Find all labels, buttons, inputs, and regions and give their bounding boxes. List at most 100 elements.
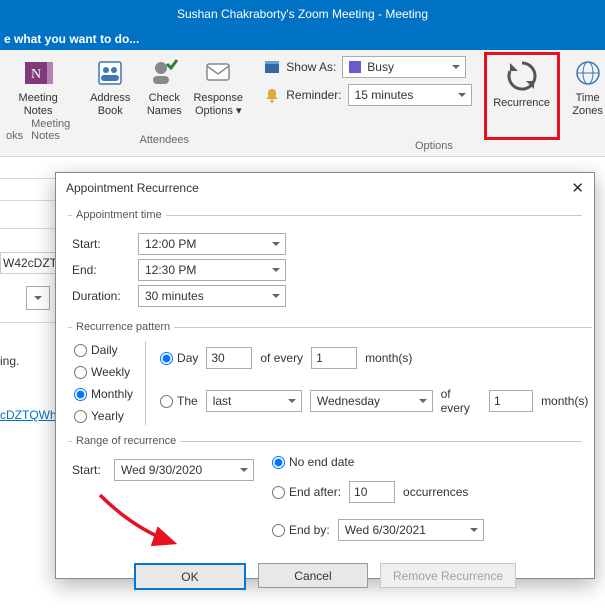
label: Yearly (91, 409, 124, 423)
appointment-time-group: Appointment time Start: 12:00 PM End: 12… (68, 209, 582, 315)
group-label: oks (6, 130, 23, 142)
label: occurrences (403, 485, 468, 499)
group-options: Show As: Busy Reminder: 15 minutes Recur (252, 54, 605, 150)
cancel-button[interactable]: Cancel (258, 563, 368, 588)
recurrence-button[interactable]: Recurrence (484, 52, 560, 140)
end-after-radio[interactable]: End after: (272, 485, 341, 499)
value: Wednesday (317, 394, 380, 408)
partial-ing-text: ing. (0, 354, 19, 368)
end-after-count-input[interactable]: 10 (349, 481, 395, 503)
label: Check (149, 92, 180, 104)
onenote-icon: N (21, 56, 55, 90)
label: Names (147, 105, 182, 117)
weekday-select[interactable]: Wednesday (310, 390, 433, 412)
end-time-select[interactable]: 12:30 PM (138, 259, 286, 281)
legend: Recurrence pattern (72, 321, 174, 333)
response-options-icon (203, 56, 233, 90)
start-label: Start: (72, 237, 130, 251)
remove-recurrence-button: Remove Recurrence (380, 563, 516, 588)
value: Wed 6/30/2021 (345, 523, 426, 537)
every-months-input-2[interactable]: 1 (489, 390, 533, 412)
duration-select[interactable]: 30 minutes (138, 285, 286, 307)
label: Monthly (91, 387, 133, 401)
label: Meeting (19, 92, 58, 104)
value: 12:30 PM (145, 263, 196, 277)
partial-id-text: W42cDZTQW (0, 252, 59, 274)
day-radio[interactable]: Day (160, 351, 198, 365)
meeting-notes-button[interactable]: N MeetingNotes (10, 54, 66, 118)
check-names-icon (149, 56, 179, 90)
show-as-label: Show As: (286, 60, 336, 74)
value: 10 (354, 485, 367, 499)
group-label-attendees: Attendees (139, 134, 189, 146)
busy-color-icon (349, 61, 361, 73)
legend: Appointment time (72, 209, 166, 221)
every-months-input-1[interactable]: 1 (311, 347, 357, 369)
globe-icon (573, 56, 603, 90)
svg-text:N: N (31, 67, 41, 82)
tell-me-bar[interactable]: e what you want to do... (0, 28, 605, 50)
address-book-button[interactable]: AddressBook (82, 54, 138, 118)
recurrence-label: Recurrence (493, 97, 550, 109)
address-book-icon (93, 56, 127, 90)
label: Options ▾ (195, 105, 242, 117)
label: No end date (289, 455, 354, 469)
label: month(s) (541, 394, 588, 408)
yearly-radio[interactable]: Yearly (74, 409, 133, 423)
label: The (177, 394, 198, 408)
partial-link[interactable]: cDZTQWh (0, 408, 57, 422)
label: month(s) (365, 351, 412, 365)
label: Day (177, 351, 198, 365)
label: Daily (91, 343, 118, 357)
the-radio[interactable]: The (160, 394, 198, 408)
end-label: End: (72, 263, 130, 277)
time-zones-button[interactable]: TimeZones (566, 54, 605, 140)
group-label-options: Options (415, 140, 453, 152)
start-time-select[interactable]: 12:00 PM (138, 233, 286, 255)
range-start-label: Start: (72, 463, 106, 477)
value: 30 minutes (145, 289, 204, 303)
range-start-select[interactable]: Wed 9/30/2020 (114, 459, 254, 481)
reminder-value: 15 minutes (355, 88, 414, 102)
range-of-recurrence-group: Range of recurrence Start: Wed 9/30/2020… (68, 435, 582, 549)
daily-radio[interactable]: Daily (74, 343, 133, 357)
monthly-radio[interactable]: Monthly (74, 387, 133, 401)
end-by-date-select[interactable]: Wed 6/30/2021 (338, 519, 484, 541)
value: 30 (211, 351, 224, 365)
label: Address (90, 92, 130, 104)
group-label-meeting-notes: Meeting Notes (31, 118, 70, 142)
value: 12:00 PM (145, 237, 196, 251)
duration-label: Duration: (72, 289, 130, 303)
reminder-label: Reminder: (286, 88, 341, 102)
recurrence-pattern-group: Recurrence pattern Daily Weekly Monthly … (68, 321, 592, 429)
check-names-button[interactable]: CheckNames (140, 54, 188, 118)
ordinal-select[interactable]: last (206, 390, 302, 412)
label: of every (441, 387, 481, 415)
label: of every (260, 351, 303, 365)
show-as-combo[interactable]: Busy (342, 56, 466, 78)
appointment-recurrence-dialog: Appointment Recurrence ✕ Appointment tim… (55, 172, 595, 579)
end-by-radio[interactable]: End by: (272, 523, 330, 537)
ok-button[interactable]: OK (134, 563, 246, 590)
weekly-radio[interactable]: Weekly (74, 365, 133, 379)
legend: Range of recurrence (72, 435, 180, 447)
partial-dropdown[interactable] (26, 286, 50, 310)
value: 1 (316, 351, 323, 365)
group-attendees: AddressBook CheckNames ResponseOptions ▾… (76, 54, 252, 150)
close-icon[interactable]: ✕ (571, 179, 584, 197)
response-options-button[interactable]: ResponseOptions ▾ (190, 54, 246, 118)
show-as-value: Busy (367, 60, 394, 74)
ribbon: N MeetingNotes oks Meeting Notes Address… (0, 50, 605, 157)
reminder-bell-icon (264, 87, 280, 103)
value: last (213, 394, 232, 408)
window-title: Sushan Chakraborty's Zoom Meeting - Meet… (0, 0, 605, 28)
value: Wed 9/30/2020 (121, 463, 202, 477)
label: Time (576, 92, 600, 104)
day-number-input[interactable]: 30 (206, 347, 252, 369)
no-end-date-radio[interactable]: No end date (272, 455, 484, 469)
reminder-combo[interactable]: 15 minutes (348, 84, 472, 106)
show-as-icon (264, 59, 280, 75)
dialog-title: Appointment Recurrence (66, 181, 199, 195)
label: End by: (289, 523, 330, 537)
label: Weekly (91, 365, 130, 379)
